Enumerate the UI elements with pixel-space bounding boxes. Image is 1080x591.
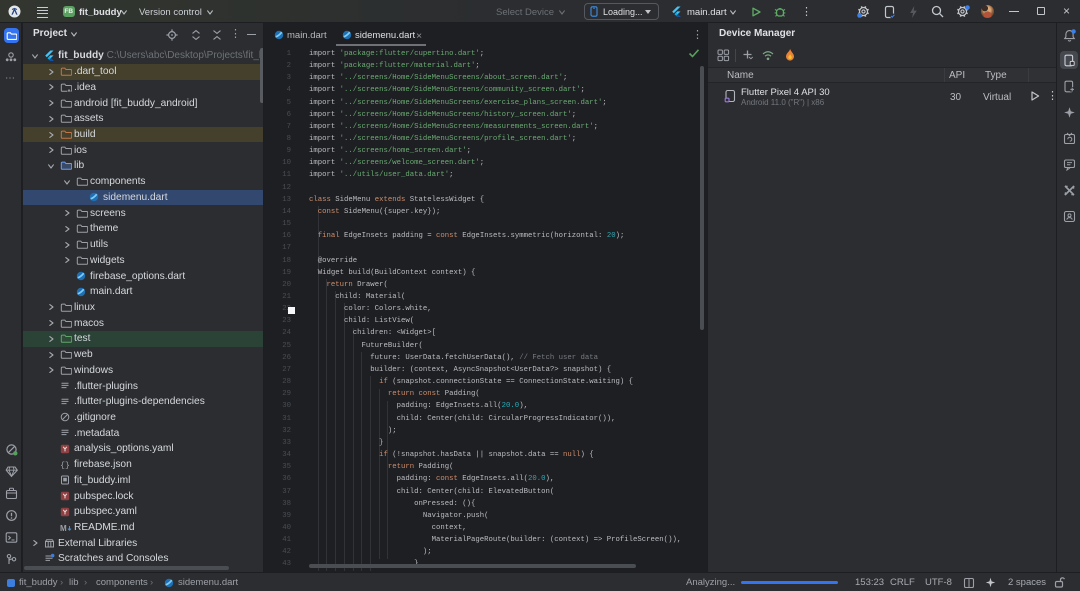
svg-text:M: M <box>60 524 67 533</box>
svg-text:{}: {} <box>60 460 70 469</box>
